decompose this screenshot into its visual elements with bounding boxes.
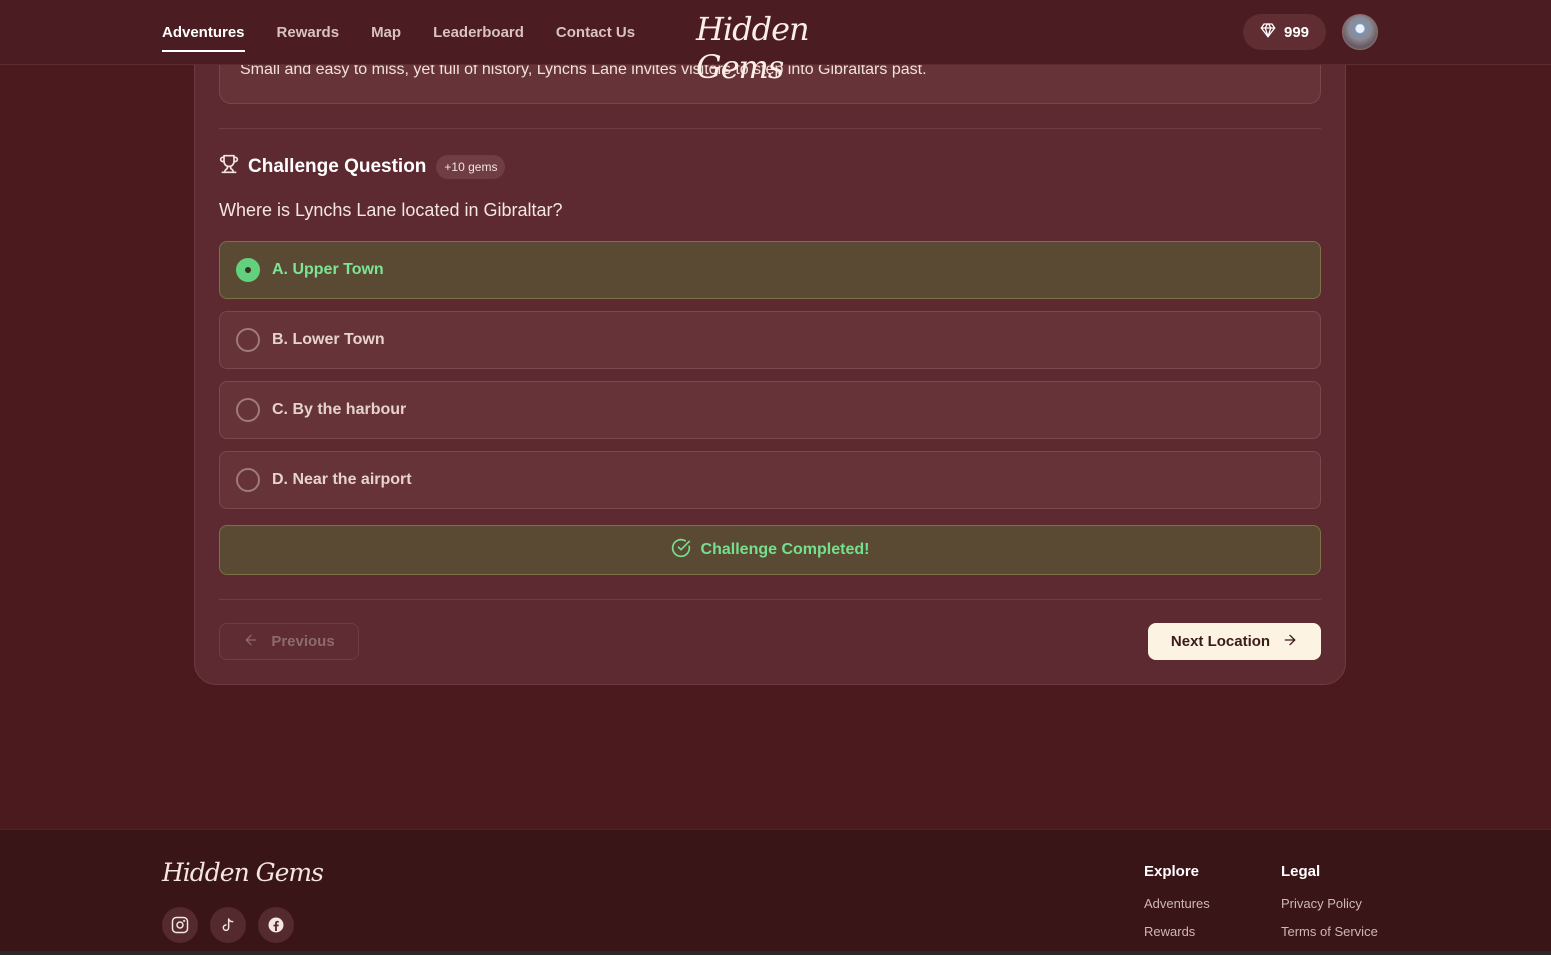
footer-logo[interactable]: Hidden Gems — [162, 858, 324, 887]
site-logo[interactable]: Hidden Gems — [696, 10, 856, 86]
footer-link-rewards[interactable]: Rewards — [1144, 924, 1195, 939]
main-nav: Adventures Rewards Map Leaderboard Conta… — [162, 0, 635, 65]
footer-link-privacy-policy[interactable]: Privacy Policy — [1281, 896, 1362, 911]
challenge-title: Challenge Question — [248, 155, 427, 177]
question-text: Where is Lynchs Lane located in Gibralta… — [219, 200, 563, 220]
gems-balance[interactable]: 999 — [1243, 14, 1326, 50]
check-circle-icon — [671, 538, 691, 563]
answer-option-b[interactable]: B. Lower Town — [219, 311, 1321, 369]
answer-label: D. Near the airport — [272, 471, 412, 488]
diamond-icon — [1260, 22, 1276, 42]
nav-map[interactable]: Map — [371, 20, 401, 45]
answer-label: C. By the harbour — [272, 401, 407, 418]
tiktok-icon[interactable] — [210, 907, 246, 943]
radio-icon[interactable] — [236, 398, 260, 422]
challenge-completed-banner: Challenge Completed! — [219, 525, 1321, 575]
next-location-button[interactable]: Next Location — [1148, 623, 1321, 660]
nav-adventures[interactable]: Adventures — [162, 20, 245, 52]
top-navigation-bar: Adventures Rewards Map Leaderboard Conta… — [0, 0, 1551, 86]
previous-button[interactable]: Previous — [219, 623, 359, 660]
radio-icon[interactable] — [236, 328, 260, 352]
answer-option-c[interactable]: C. By the harbour — [219, 381, 1321, 439]
nav-rewards[interactable]: Rewards — [277, 20, 340, 45]
answer-label: A. Upper Town — [272, 261, 384, 278]
answer-option-a[interactable]: A. Upper Town — [219, 241, 1321, 299]
arrow-right-icon — [1282, 632, 1298, 652]
gems-count: 999 — [1283, 23, 1310, 41]
facebook-icon[interactable] — [258, 907, 294, 943]
footer-legal-title: Legal — [1281, 863, 1321, 880]
answer-label: B. Lower Town — [272, 331, 385, 348]
previous-label: Previous — [271, 633, 335, 650]
answer-option-d[interactable]: D. Near the airport — [219, 451, 1321, 509]
user-avatar[interactable] — [1342, 14, 1378, 50]
divider — [219, 599, 1321, 600]
completed-label: Challenge Completed! — [700, 541, 870, 558]
radio-selected-icon[interactable] — [236, 258, 260, 282]
trophy-icon — [219, 154, 239, 179]
footer-link-terms-of-service[interactable]: Terms of Service — [1281, 924, 1378, 939]
footer-explore-title: Explore — [1144, 863, 1200, 880]
nav-leaderboard[interactable]: Leaderboard — [433, 20, 524, 45]
instagram-icon[interactable] — [162, 907, 198, 943]
bottom-edge — [0, 951, 1551, 955]
radio-icon[interactable] — [236, 468, 260, 492]
arrow-left-icon — [243, 632, 259, 652]
footer-link-adventures[interactable]: Adventures — [1144, 896, 1210, 911]
gems-reward-badge: +10 gems — [436, 154, 506, 179]
nav-contact-us[interactable]: Contact Us — [556, 20, 635, 45]
next-label: Next Location — [1170, 633, 1271, 650]
challenge-header: Challenge Question +10 gems — [219, 154, 506, 179]
divider — [219, 128, 1321, 129]
